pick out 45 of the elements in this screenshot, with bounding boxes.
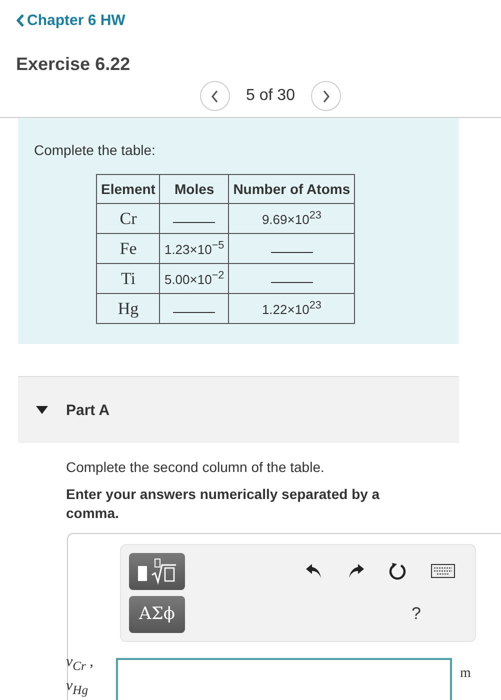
redo-button[interactable] [347,563,365,580]
column-header: Moles [160,174,229,204]
next-button[interactable] [310,81,341,111]
table-value: 1.22×10$^{23}$ [262,302,322,318]
help-button[interactable]: ? [412,604,421,624]
templates-button[interactable] [129,552,185,590]
previous-button[interactable] [200,81,230,111]
undo-button[interactable] [305,563,323,580]
blank-line [270,252,313,253]
greek-letters-button[interactable]: ΑΣϕ [129,596,185,633]
keyboard-icon [431,564,455,578]
directive-text: Enter your answers numerically separated by a comma. [65,484,381,523]
table-value: 5.00×10$^{−2}$ [164,272,224,288]
back-link[interactable]: Chapter 6 HW [16,12,126,29]
table-value: 1.23×10$^{−5}$ [164,242,224,258]
part-header[interactable]: Part A [18,376,459,443]
instruction-text: Complete the table: [34,142,156,158]
fraction-root-icon [135,557,179,586]
reset-icon [389,562,407,580]
page-counter: 5 of 30 [246,87,295,105]
undo-icon [305,563,323,580]
redo-icon [347,563,365,580]
element-symbol: Ti [120,268,136,288]
column-header: Element [96,174,160,204]
chevron-right-icon [322,90,330,102]
chevron-left-icon [16,14,25,27]
column-header: Number of Atoms [228,174,355,204]
element-symbol: Hg [118,298,139,318]
part-title: Part A [66,402,110,418]
blank-line [270,282,313,283]
prompt-text: Complete the second column of the table. [65,458,326,477]
keyboard-button[interactable] [431,564,455,578]
element-symbol: Cr [120,208,137,228]
variable-label: ν$_{Cr}$ , [66,652,94,675]
answer-input[interactable] [116,658,452,700]
variable-label: ν$_{Hg}$ [66,676,89,699]
exercise-title: Exercise 6.22 [16,54,132,75]
blank-line [173,222,216,223]
unit-label: m [460,666,471,682]
caret-icon [36,406,48,414]
reset-button[interactable] [389,562,407,580]
blank-line [173,312,216,313]
chevron-left-icon [211,90,220,102]
element-symbol: Fe [120,238,137,258]
table-value: 9.69×10$^{23}$ [262,212,322,228]
